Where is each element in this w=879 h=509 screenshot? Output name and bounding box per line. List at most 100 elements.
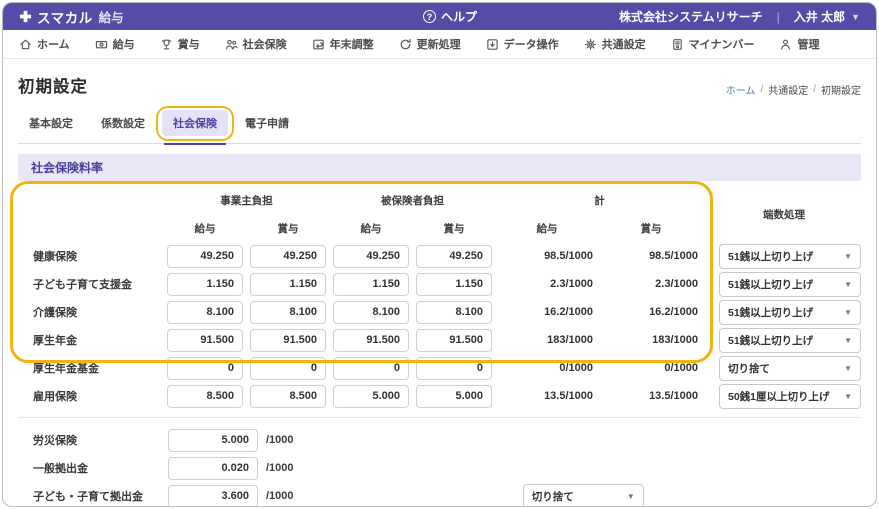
breadcrumb-current: 初期設定	[821, 86, 861, 97]
nav-item-data-ops[interactable]: データ操作	[486, 36, 559, 52]
rate-input[interactable]	[416, 244, 492, 268]
col-salary: 給与	[536, 222, 558, 235]
rate-input[interactable]	[250, 300, 326, 324]
user-menu[interactable]: 入井 太郎 ▼	[794, 8, 860, 25]
total-bonus: 98.5/1000	[649, 250, 698, 262]
total-salary: 98.5/1000	[544, 250, 593, 262]
chevron-down-icon: ▼	[844, 307, 852, 317]
rate-input[interactable]	[333, 300, 409, 324]
rate-input[interactable]	[250, 244, 326, 268]
total-salary: 0/1000	[559, 362, 593, 374]
page-title: 初期設定	[18, 78, 88, 96]
nav-item-my-number[interactable]: マイナンバー	[671, 36, 754, 52]
rate-input[interactable]	[250, 272, 326, 296]
chevron-down-icon: ▼	[626, 491, 635, 501]
row-label-employment-insurance: 雇用保険	[33, 391, 77, 403]
rate-input[interactable]	[167, 356, 243, 380]
rate-input[interactable]	[167, 300, 243, 324]
row-label-health-insurance: 健康保険	[33, 251, 77, 263]
nav-item-update[interactable]: 更新処理	[399, 36, 461, 52]
rate-input[interactable]	[416, 384, 492, 408]
row-label-general-contribution: 一般拠出金	[33, 463, 88, 475]
people-icon	[225, 39, 238, 49]
total-salary: 2.3/1000	[550, 278, 593, 290]
total-salary: 183/1000	[547, 334, 593, 346]
breadcrumb-home-link[interactable]: ホーム	[726, 82, 756, 97]
rate-input[interactable]	[167, 272, 243, 296]
nav-label: データ操作	[503, 39, 559, 51]
contribution-rows: 労災保険 /1000 一般拠出金 /1000 子ども・子育て拠出金 /1000 …	[18, 426, 861, 506]
row-label-nursing-insurance: 介護保険	[33, 307, 77, 319]
total-salary: 13.5/1000	[544, 390, 593, 402]
nav-item-bonus[interactable]: 賞与	[160, 36, 200, 52]
col-bonus: 賞与	[443, 222, 465, 235]
rate-input[interactable]	[333, 244, 409, 268]
rate-input[interactable]	[333, 356, 409, 380]
rate-input[interactable]	[416, 356, 492, 380]
rate-input[interactable]	[250, 356, 326, 380]
rate-input[interactable]	[416, 300, 492, 324]
logo-brand-text: スマカル	[37, 10, 93, 26]
unit-label: /1000	[266, 462, 294, 474]
nav-item-social-insurance[interactable]: 社会保険	[225, 36, 287, 52]
unit-label: /1000	[266, 490, 294, 502]
rounding-select[interactable]: 50銭1厘以上切り上げ ▼	[719, 383, 861, 409]
rate-input[interactable]	[168, 484, 258, 506]
nav-item-home[interactable]: ホーム	[19, 36, 70, 52]
section-divider	[18, 417, 861, 418]
section-header: 社会保険料率	[18, 154, 861, 181]
page-content: 初期設定 ホーム / 共通設定 / 初期設定 基本設定 係数設定 社会保険 電子…	[3, 59, 876, 506]
tab-coefficient-settings[interactable]: 係数設定	[90, 110, 156, 136]
col-group-total: 計	[594, 194, 605, 207]
app-window: スマカル 給与 ? ヘルプ 株式会社システムリサーチ | 入井 太郎 ▼ ホーム…	[2, 2, 877, 507]
rate-input[interactable]	[333, 328, 409, 352]
year-end-icon	[312, 39, 324, 49]
rate-input[interactable]	[250, 384, 326, 408]
total-bonus: 183/1000	[652, 334, 698, 346]
rate-input[interactable]	[416, 328, 492, 352]
payroll-icon	[95, 40, 107, 48]
user-name: 入井 太郎	[793, 10, 846, 24]
nav-label: 共通設定	[601, 39, 646, 51]
chevron-down-icon: ▼	[844, 363, 852, 373]
rate-input[interactable]	[167, 328, 243, 352]
rounding-select[interactable]: 51銭以上切り上げ ▼	[719, 299, 861, 325]
rate-input[interactable]	[333, 272, 409, 296]
rate-input[interactable]	[333, 384, 409, 408]
nav-label: 更新処理	[416, 39, 461, 51]
col-salary: 給与	[194, 222, 216, 235]
rate-input[interactable]	[167, 384, 243, 408]
logo-product-text: 給与	[98, 11, 124, 25]
rate-input[interactable]	[167, 244, 243, 268]
nav-item-common-settings[interactable]: 共通設定	[584, 36, 646, 52]
rounding-select[interactable]: 51銭以上切り上げ ▼	[719, 243, 861, 269]
app-logo: スマカル 給与	[19, 7, 124, 27]
nav-item-admin[interactable]: 管理	[779, 36, 819, 52]
rounding-select[interactable]: 51銭以上切り上げ ▼	[719, 271, 861, 297]
breadcrumb-separator: /	[813, 84, 816, 95]
rounding-select[interactable]: 切り捨て ▼	[522, 483, 644, 506]
total-bonus: 13.5/1000	[649, 390, 698, 402]
breadcrumb-common-settings[interactable]: 共通設定	[768, 82, 808, 97]
nav-item-year-end[interactable]: 年末調整	[312, 36, 374, 52]
rate-input[interactable]	[416, 272, 492, 296]
help-button[interactable]: ? ヘルプ	[422, 8, 477, 25]
tab-social-insurance[interactable]: 社会保険	[156, 106, 234, 145]
total-bonus: 2.3/1000	[655, 278, 698, 290]
unit-label: /1000	[266, 434, 294, 446]
refresh-icon	[400, 38, 411, 49]
rounding-select[interactable]: 51銭以上切り上げ ▼	[719, 327, 861, 353]
chevron-down-icon: ▼	[851, 11, 860, 22]
nav-item-payroll[interactable]: 給与	[95, 36, 135, 52]
rate-input[interactable]	[168, 428, 258, 452]
gear-icon	[584, 38, 596, 50]
tab-e-application[interactable]: 電子申請	[234, 110, 300, 136]
tab-basic-settings[interactable]: 基本設定	[18, 110, 84, 136]
rounding-select[interactable]: 切り捨て ▼	[719, 355, 861, 381]
rate-input[interactable]	[250, 328, 326, 352]
topbar: スマカル 給与 ? ヘルプ 株式会社システムリサーチ | 入井 太郎 ▼	[3, 3, 876, 30]
col-bonus: 賞与	[277, 222, 299, 235]
rate-input[interactable]	[168, 456, 258, 480]
data-download-icon	[486, 38, 498, 50]
breadcrumb-separator: /	[760, 84, 764, 95]
